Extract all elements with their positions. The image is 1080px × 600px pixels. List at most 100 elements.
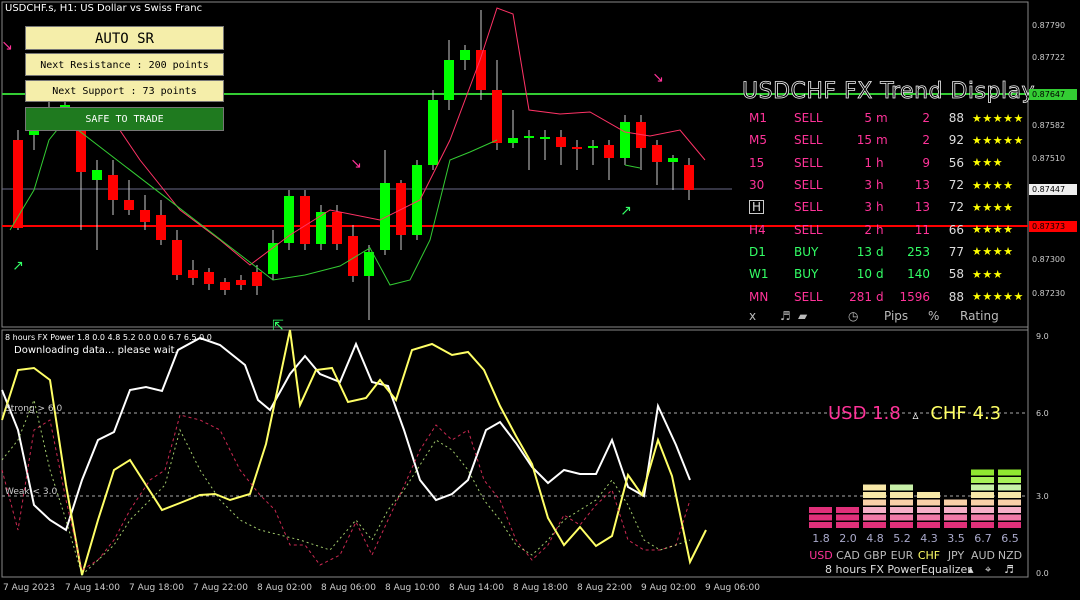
trend-signal: SELL	[794, 133, 823, 148]
trend-pips: 13	[914, 178, 930, 193]
candle-body	[13, 140, 23, 228]
equalizer-bar-segment	[836, 522, 859, 528]
trend-timeframe[interactable]: 15	[744, 152, 794, 174]
equalizer-label[interactable]: Equalizer	[921, 563, 972, 576]
arrow-icon[interactable]: ▴	[968, 563, 974, 576]
equalizer-currency[interactable]: CHF	[916, 549, 942, 562]
equalizer-value: 4.3	[920, 532, 938, 545]
trend-timeframe[interactable]: W1	[744, 263, 794, 285]
candle-body	[188, 270, 198, 278]
equalizer-currency[interactable]: JPY	[943, 549, 969, 562]
trend-timeframe[interactable]: 30	[744, 174, 794, 196]
current-timeframe-marker[interactable]: H	[749, 200, 765, 215]
candle-body	[124, 200, 134, 210]
time-axis-label: 8 Aug 02:00	[257, 583, 312, 593]
sound-icon[interactable]: ♬	[780, 309, 791, 323]
support-price-tag: 0.87373	[1029, 221, 1077, 232]
equalizer-currency[interactable]: AUD	[970, 549, 996, 562]
clock-icon: ◷	[848, 309, 859, 323]
equalizer-bar-segment	[917, 492, 940, 498]
equalizer-bar-segment	[944, 514, 967, 521]
trend-row: M5 SELL 15 m 2 92 ★★★★★	[744, 129, 1048, 151]
candle-body	[300, 196, 310, 244]
candle-body	[540, 137, 550, 139]
trend-pips: 13	[914, 200, 930, 215]
chf-strength-line	[1, 329, 707, 576]
equalizer-value: 6.7	[974, 532, 992, 545]
trend-signal: SELL	[794, 111, 823, 126]
candle-body	[556, 137, 566, 147]
equalizer-bar-segment	[971, 499, 994, 506]
price-axis-label: 0.87510	[1032, 154, 1066, 163]
trend-timeframe[interactable]: M1	[744, 107, 794, 129]
equalizer-bar-segment	[890, 484, 913, 491]
time-axis-label: 7 Aug 18:00	[129, 583, 184, 593]
signal-arrow-icon: ↘	[1, 38, 13, 54]
trend-timeframe[interactable]: H4	[744, 218, 794, 240]
trend-percent: 92	[948, 133, 964, 148]
trend-pips: 2	[922, 133, 930, 148]
trend-percent: 66	[948, 222, 964, 237]
trend-pips: 1596	[899, 289, 930, 304]
candle-body	[428, 100, 438, 165]
equalizer-bar-segment	[971, 477, 994, 483]
equalizer-value: 6.5	[1001, 532, 1019, 545]
trend-row: H SELL 3 h 13 72 ★★★★	[744, 196, 1048, 218]
equalizer-bar-segment	[998, 507, 1021, 513]
equalizer-bar-segment	[998, 469, 1021, 476]
equalizer-currency[interactable]: CAD	[835, 549, 861, 562]
equalizer-bar-segment	[917, 522, 940, 528]
equalizer-currency[interactable]: EUR	[889, 549, 915, 562]
trend-timeframe[interactable]: D1	[744, 241, 794, 263]
target-icon[interactable]: ⌖	[985, 563, 991, 577]
trend-unit: h	[876, 200, 884, 215]
equalizer-bar-segment	[809, 522, 832, 528]
equalizer-bar-segment	[917, 507, 940, 513]
trend-percent: 58	[948, 267, 964, 282]
trend-row: W1 BUY 10 d 140 58 ★★★	[744, 263, 1048, 285]
signal-arrow-icon: ↗	[12, 258, 24, 274]
equalizer-bar-segment	[944, 507, 967, 513]
indicator-status: Downloading data... please wait.	[14, 345, 178, 356]
trend-timeframe[interactable]: H	[744, 196, 794, 218]
equalizer-currency[interactable]: NZD	[997, 549, 1023, 562]
equalizer-currency[interactable]: GBP	[862, 549, 888, 562]
trend-unit: d	[876, 267, 884, 282]
price-axis-label: 0.87582	[1032, 121, 1066, 130]
close-icon[interactable]: x	[749, 309, 756, 323]
candle-body	[508, 138, 518, 143]
other-currency-line-1	[1, 414, 691, 571]
trend-percent: 72	[948, 178, 964, 193]
equalizer-bar-segment	[809, 507, 832, 513]
candle-body	[252, 272, 262, 286]
equalizer-currency[interactable]: USD	[808, 549, 834, 562]
equalizer-bar-segment	[971, 507, 994, 513]
equalizer-bar-segment	[998, 499, 1021, 506]
time-axis-label: 8 Aug 22:00	[577, 583, 632, 593]
equalizer-bar-segment	[917, 514, 940, 521]
trend-table: M1 SELL 5 m 2 88 ★★★★★ M5 SELL 15 m 2 92 ★★★★★ 15 SELL 1…	[744, 107, 1048, 308]
trend-timeframe[interactable]: MN	[744, 285, 794, 307]
indicator-title: 8 hours FX Power 1.8 0.0 4.8 5.2 0.0 0.0…	[5, 333, 212, 342]
signal-arrow-icon: ↘	[350, 156, 362, 172]
trend-row: D1 BUY 13 d 253 77 ★★★★	[744, 241, 1048, 263]
music-icon[interactable]: ♬	[1004, 563, 1014, 576]
trend-duration: 5	[864, 111, 872, 126]
candle-body	[604, 145, 614, 158]
auto-sr-title[interactable]: AUTO SR	[25, 26, 224, 50]
other-currency-line-2	[1, 398, 691, 576]
next-resistance-label: Next Resistance : 200 points	[25, 53, 224, 76]
candle-body	[220, 282, 230, 290]
trend-timeframe[interactable]: M5	[744, 129, 794, 151]
period-label[interactable]: 8 hours	[825, 563, 866, 576]
trend-duration: 281	[849, 289, 872, 304]
time-axis-label: 8 Aug 18:00	[513, 583, 568, 593]
equalizer-bar-segment	[998, 514, 1021, 521]
trend-unit: h	[876, 222, 884, 237]
candle-body	[108, 175, 118, 200]
trend-signal: SELL	[794, 155, 823, 170]
signal-arrow-icon: ⇱	[272, 318, 284, 334]
window-title: USDCHF.s, H1: US Dollar vs Swiss Franc	[5, 3, 203, 14]
trend-row: 15 SELL 1 h 9 56 ★★★	[744, 152, 1048, 174]
weak-level-label: Weak < 3.0	[5, 487, 58, 497]
